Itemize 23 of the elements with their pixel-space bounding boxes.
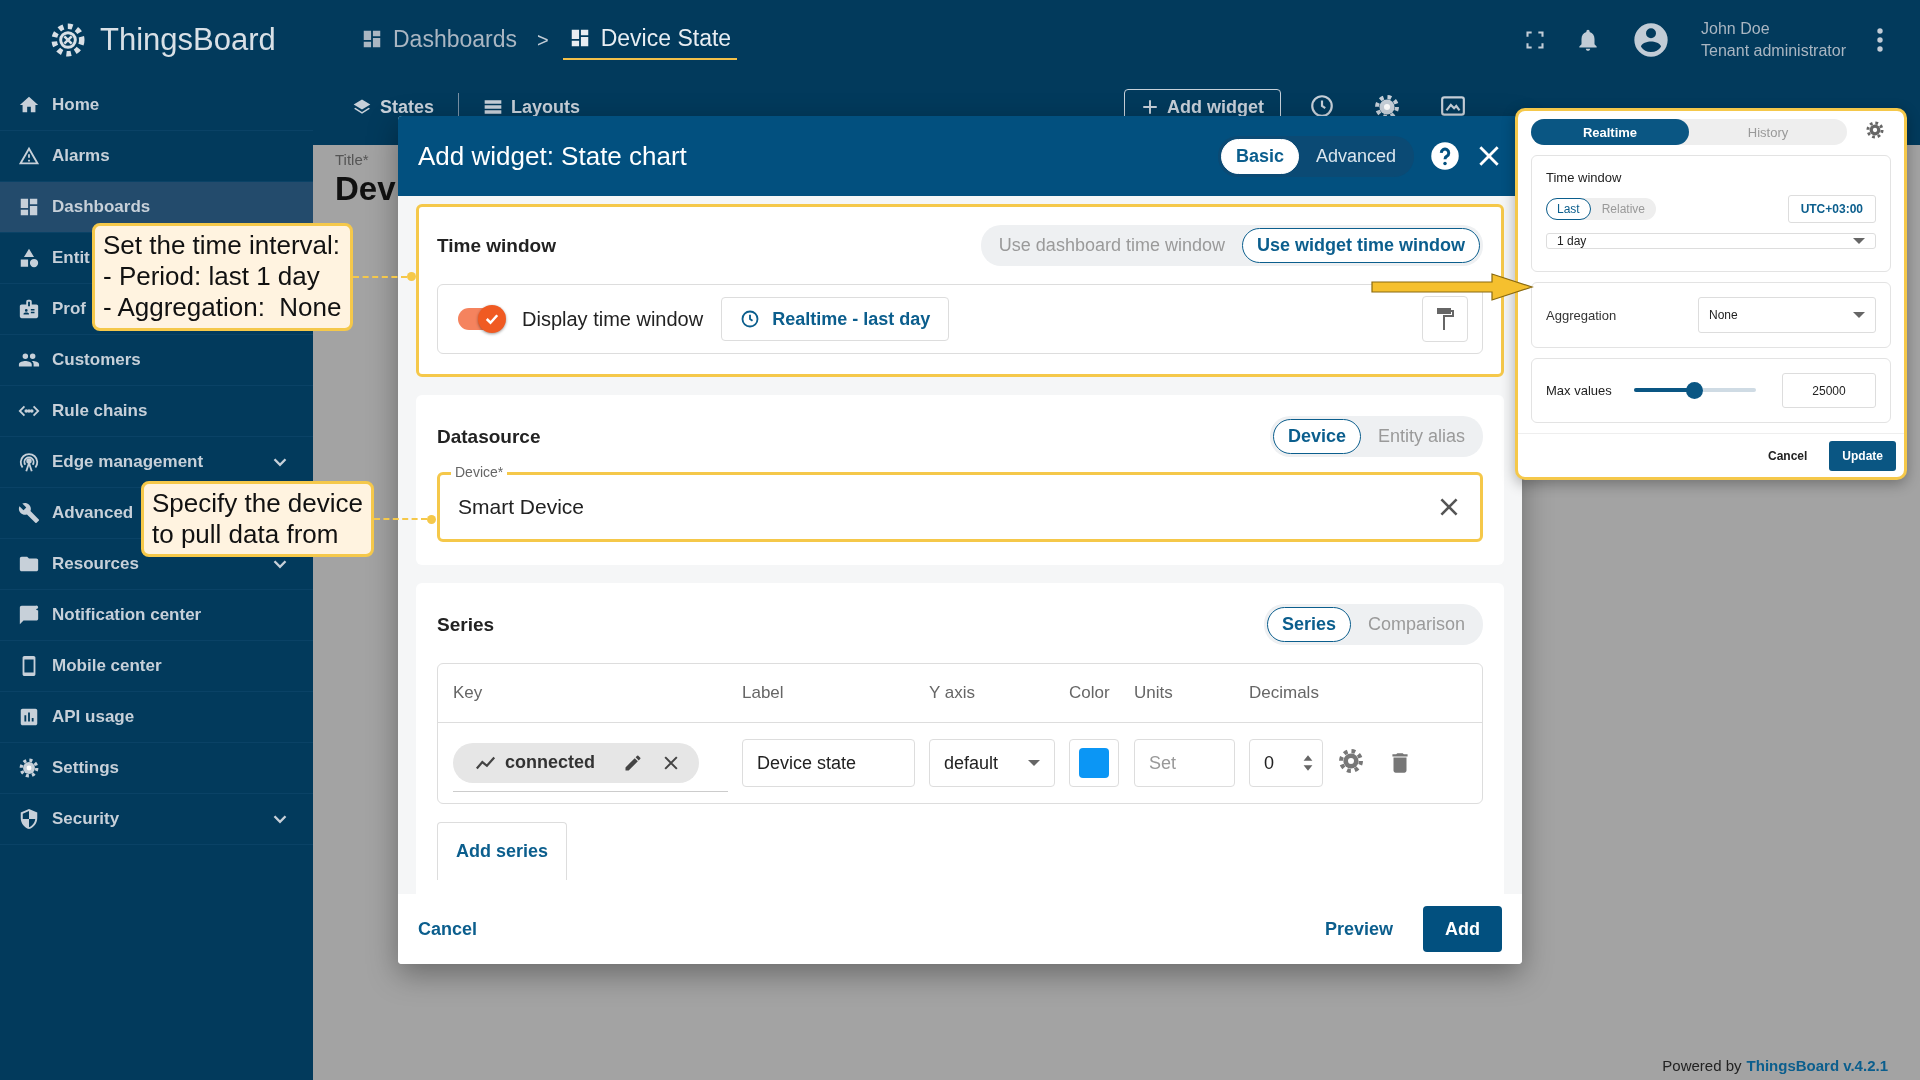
breadcrumb-separator: > bbox=[537, 28, 549, 52]
max-values-label: Max values bbox=[1546, 383, 1612, 398]
title-label: Title* bbox=[335, 151, 369, 168]
column-header: Key bbox=[453, 683, 484, 703]
footer-text: Powered by bbox=[1662, 1057, 1742, 1074]
section-title: Time window bbox=[437, 234, 556, 257]
callout-tooltip: Specify the device to pull data from bbox=[141, 481, 374, 558]
user-name: John Doe bbox=[1701, 20, 1771, 38]
section-title: Datasource bbox=[437, 425, 541, 448]
callout-tooltip: Set the time interval: - Period: last 1 day - Aggregation: None bbox=[92, 223, 353, 331]
dashboard-title: Dev bbox=[335, 170, 396, 208]
app-name: ThingsBoard bbox=[100, 22, 276, 58]
column-header: Decimals bbox=[1249, 683, 1320, 703]
section-title: Time window bbox=[1546, 170, 1623, 185]
dialog-title: Add widget: State chart bbox=[418, 140, 688, 172]
column-header: Units bbox=[1134, 683, 1174, 703]
column-header: Y axis bbox=[929, 683, 976, 703]
column-header: Color bbox=[1069, 683, 1111, 703]
column-header: Label bbox=[742, 683, 785, 703]
toggle-label: Display time window bbox=[522, 307, 704, 331]
aggregation-label: Aggregation bbox=[1546, 307, 1618, 323]
section-title: Series bbox=[437, 613, 495, 636]
user-role: Tenant administrator bbox=[1701, 42, 1846, 60]
